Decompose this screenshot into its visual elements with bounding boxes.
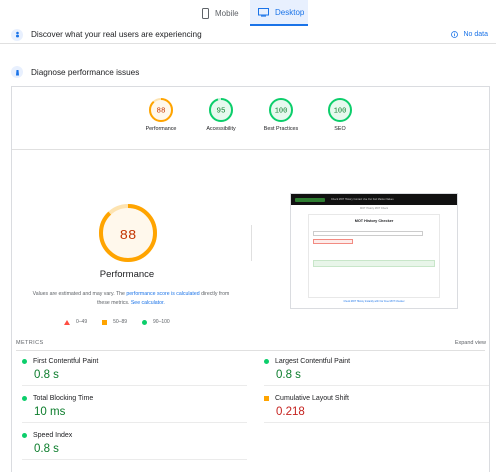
- pass-circle-icon: [264, 359, 269, 364]
- legend-pass-label: 90–100: [153, 319, 170, 325]
- accessibility-gauge: 95: [209, 98, 233, 122]
- tab-mobile-label: Mobile: [215, 8, 239, 18]
- metric-fcp-value: 0.8 s: [34, 369, 59, 381]
- metric-si: Speed Index 0.8 s: [22, 432, 247, 460]
- legend-pass: 90–100: [142, 319, 170, 325]
- discover-title: Discover what your real users are experi…: [31, 30, 202, 39]
- accessibility-score: 95: [216, 108, 226, 116]
- device-tabs: Mobile Desktop: [0, 0, 496, 26]
- no-data-label: No data: [463, 31, 488, 38]
- performance-note: Values are estimated and may vary. The p…: [26, 290, 236, 307]
- metric-lcp: Largest Contentful Paint 0.8 s: [264, 358, 489, 386]
- info-icon: [451, 31, 459, 38]
- discover-section[interactable]: Discover what your real users are experi…: [0, 26, 496, 44]
- page-screenshot: Check MOT History Contact Use Our Fair M…: [290, 193, 458, 309]
- report-panel: 88 Performance 95 Accessibility 100 Best…: [11, 86, 490, 472]
- score-accessibility[interactable]: 95 Accessibility: [191, 97, 251, 132]
- seo-gauge: 100: [328, 98, 352, 122]
- metric-si-name: Speed Index: [33, 432, 73, 439]
- screenshot-nav-text: Check MOT History Contact Use Our Fair M…: [331, 198, 394, 201]
- seo-score: 100: [334, 108, 347, 116]
- category-scores: 88 Performance 95 Accessibility 100 Best…: [12, 87, 489, 147]
- metric-fcp: First Contentful Paint 0.8 s: [22, 358, 247, 386]
- screenshot-error: [313, 239, 353, 244]
- pass-circle-icon: [22, 359, 27, 364]
- score-best-practices[interactable]: 100 Best Practices: [251, 97, 311, 132]
- legend-fail: 0–49: [64, 319, 87, 325]
- mobile-icon: [202, 7, 209, 19]
- performance-score-large: 88: [120, 228, 137, 244]
- best-practices-gauge: 100: [269, 98, 293, 122]
- pass-circle-icon: [22, 433, 27, 438]
- accessibility-label: Accessibility: [206, 126, 236, 132]
- note-text: Values are estimated and may vary. The: [32, 291, 127, 297]
- square-icon: [102, 319, 108, 325]
- best-practices-label: Best Practices: [263, 126, 299, 132]
- tab-desktop[interactable]: Desktop: [250, 0, 308, 26]
- seo-label: SEO: [334, 126, 346, 132]
- screenshot-card: MOT History Checker: [308, 214, 440, 298]
- metric-tbt-name: Total Blocking Time: [33, 395, 94, 402]
- average-square-icon: [264, 396, 269, 401]
- performance-title: Performance: [99, 269, 155, 280]
- tab-mobile[interactable]: Mobile: [194, 0, 254, 26]
- legend-average-label: 50–89: [113, 319, 128, 325]
- metric-cls: Cumulative Layout Shift 0.218: [264, 395, 489, 423]
- triangle-icon: [64, 319, 70, 325]
- metrics-header: METRICS Expand view: [16, 340, 486, 346]
- performance-label: Performance: [145, 126, 177, 132]
- metric-fcp-name: First Contentful Paint: [33, 358, 99, 365]
- metric-si-value: 0.8 s: [34, 443, 59, 455]
- circle-icon: [142, 319, 148, 325]
- metric-tbt-value: 10 ms: [34, 406, 66, 418]
- metric-cls-name: Cumulative Layout Shift: [275, 395, 349, 402]
- no-data-indicator[interactable]: No data: [451, 31, 488, 38]
- metric-lcp-value: 0.8 s: [276, 369, 301, 381]
- metric-lcp-name: Largest Contentful Paint: [275, 358, 351, 365]
- screenshot-navbar: Check MOT History Contact Use Our Fair M…: [291, 194, 457, 205]
- diagnose-section: Diagnose performance issues: [0, 62, 496, 82]
- score-performance[interactable]: 88 Performance: [131, 97, 191, 132]
- metrics-label: METRICS: [16, 340, 44, 346]
- see-calculator-link[interactable]: See calculator.: [131, 300, 165, 306]
- screenshot-heading: MOT History Checker: [354, 219, 394, 223]
- performance-score-small: 88: [156, 108, 165, 116]
- desktop-icon: [258, 7, 269, 17]
- screenshot-subtitle: MOT History MOT Check: [360, 207, 388, 210]
- metrics-divider: [16, 350, 485, 351]
- screenshot-footer: Check MOT History Instantly with Our Fre…: [343, 300, 405, 303]
- lighthouse-icon: [11, 66, 23, 78]
- pass-circle-icon: [22, 396, 27, 401]
- score-seo[interactable]: 100 SEO: [310, 97, 370, 132]
- score-legend: 0–49 50–89 90–100: [64, 319, 170, 325]
- divider: [12, 149, 489, 150]
- best-practices-score: 100: [275, 108, 288, 116]
- performance-gauge: 88: [149, 98, 173, 122]
- metric-cls-value: 0.218: [276, 406, 305, 418]
- screenshot-text-line: [313, 224, 435, 226]
- screenshot-input: [313, 231, 423, 236]
- legend-fail-label: 0–49: [76, 319, 88, 325]
- legend-average: 50–89: [102, 319, 127, 325]
- screenshot-info-box: [313, 260, 435, 267]
- diagnose-title: Diagnose performance issues: [31, 67, 140, 77]
- screenshot-button: [295, 197, 325, 202]
- performance-big-gauge: 88: [99, 204, 157, 262]
- score-calculated-link[interactable]: performance score is calculated: [126, 291, 199, 297]
- tab-desktop-label: Desktop: [275, 7, 305, 17]
- users-icon: [11, 28, 23, 41]
- vertical-separator: [251, 225, 252, 261]
- metric-tbt: Total Blocking Time 10 ms: [22, 395, 247, 423]
- expand-view-toggle[interactable]: Expand view: [455, 340, 486, 346]
